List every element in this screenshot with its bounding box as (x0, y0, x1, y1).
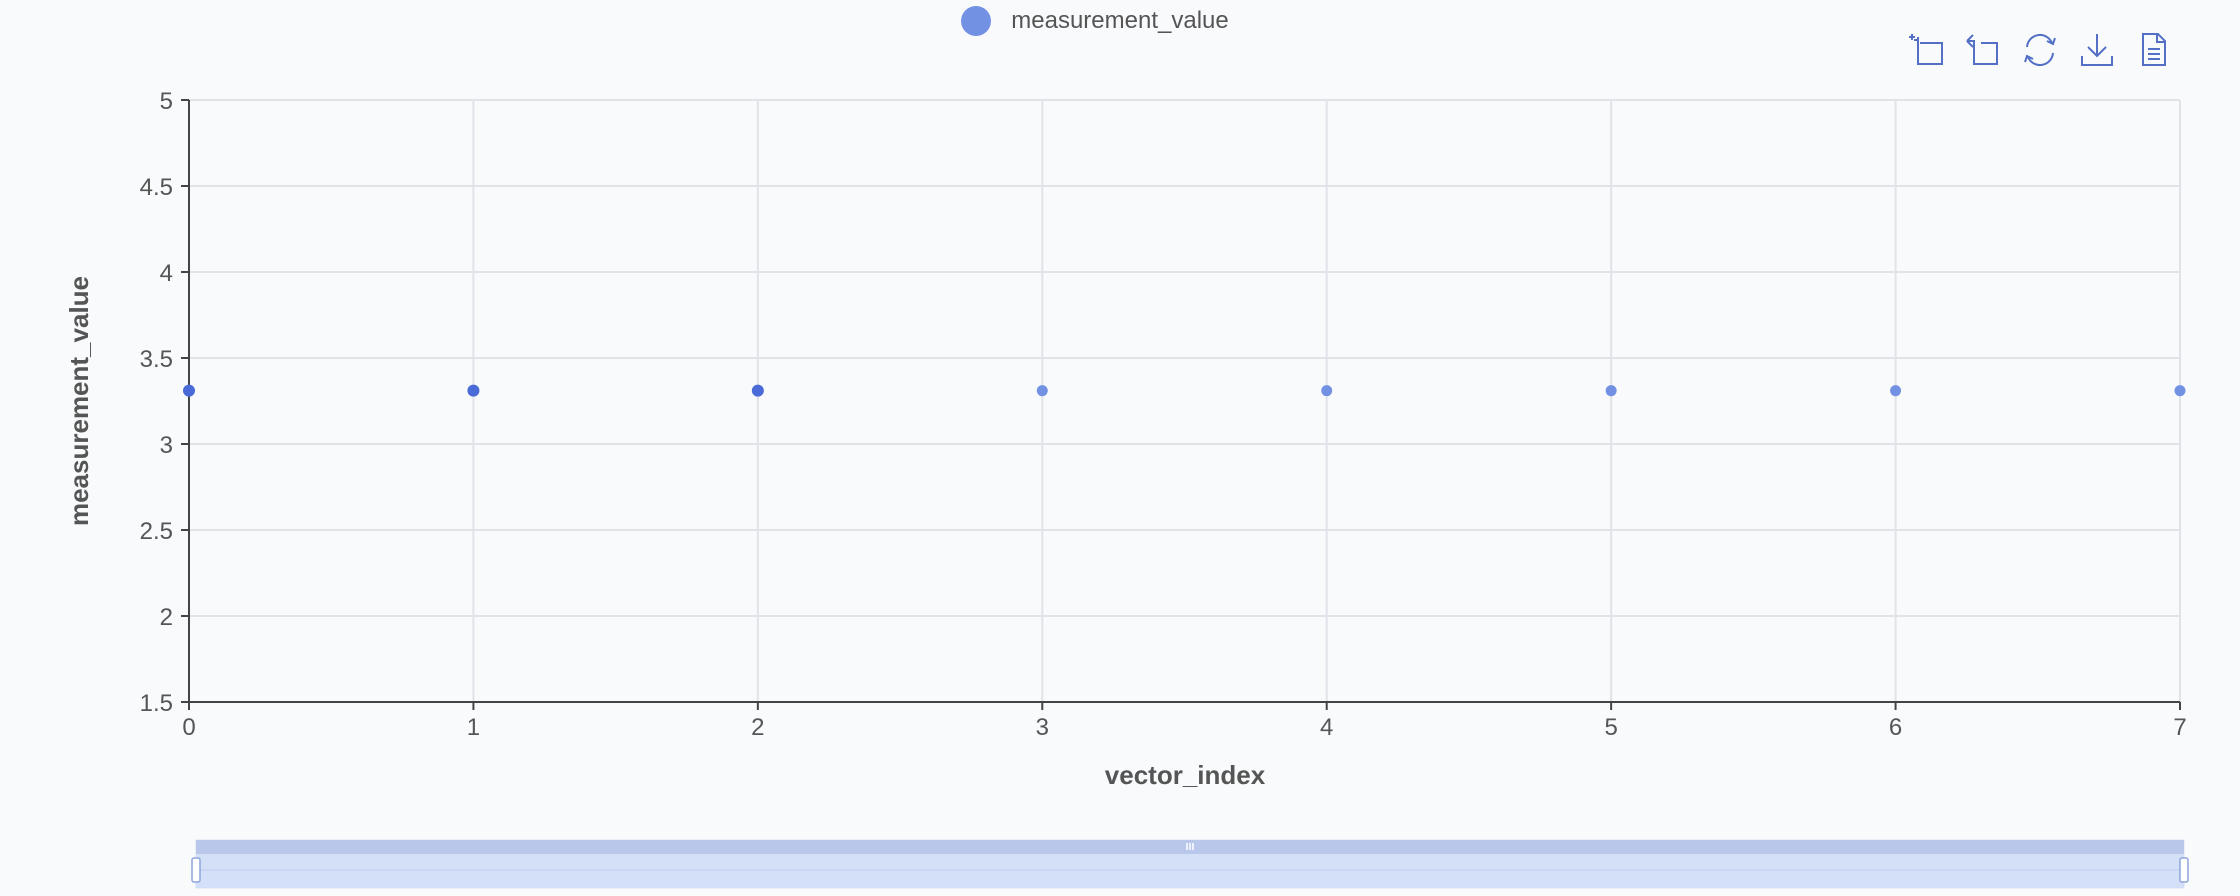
y-tick-label: 5 (160, 88, 173, 115)
data-point (751, 384, 764, 397)
x-tick-label: 7 (2173, 714, 2186, 741)
y-tick-label: 3 (160, 432, 173, 459)
axes (181, 99, 2181, 710)
scatter-chart: 1.5 2 2.5 3 3.5 4 4.5 5 0 1 2 3 4 5 6 7 vector_index me… (64, 88, 2189, 889)
data-zoom-selection (196, 853, 2184, 888)
data-point (1605, 385, 1617, 397)
y-tick-label: 2.5 (140, 518, 173, 545)
y-tick-label: 3.5 (140, 346, 173, 373)
y-axis-label: measurement_value (64, 276, 94, 526)
data-points (183, 384, 2186, 397)
x-tick-label: 5 (1604, 714, 1617, 741)
y-tick-label: 4 (160, 260, 173, 287)
data-point (1036, 385, 1048, 397)
x-tick-label: 2 (751, 714, 764, 741)
y-tick-label: 2 (160, 604, 173, 631)
data-point (2174, 385, 2186, 397)
data-point (1321, 385, 1333, 397)
y-tick-label: 1.5 (140, 690, 173, 717)
data-zoom-slider[interactable] (191, 839, 2189, 889)
x-tick-label: 4 (1320, 714, 1333, 741)
x-tick-label: 0 (182, 714, 195, 741)
x-tick-label: 3 (1036, 714, 1049, 741)
x-axis-label: vector_index (1105, 760, 1266, 790)
data-point (1890, 385, 1902, 397)
y-tick-label: 4.5 (140, 174, 173, 201)
x-tick-label: 1 (467, 714, 480, 741)
x-tick-label: 6 (1889, 714, 1902, 741)
data-point (183, 384, 195, 397)
grid (188, 99, 2181, 703)
data-point (467, 384, 480, 397)
data-zoom-end-handle (2179, 857, 2189, 883)
data-zoom-start-handle (191, 857, 201, 883)
